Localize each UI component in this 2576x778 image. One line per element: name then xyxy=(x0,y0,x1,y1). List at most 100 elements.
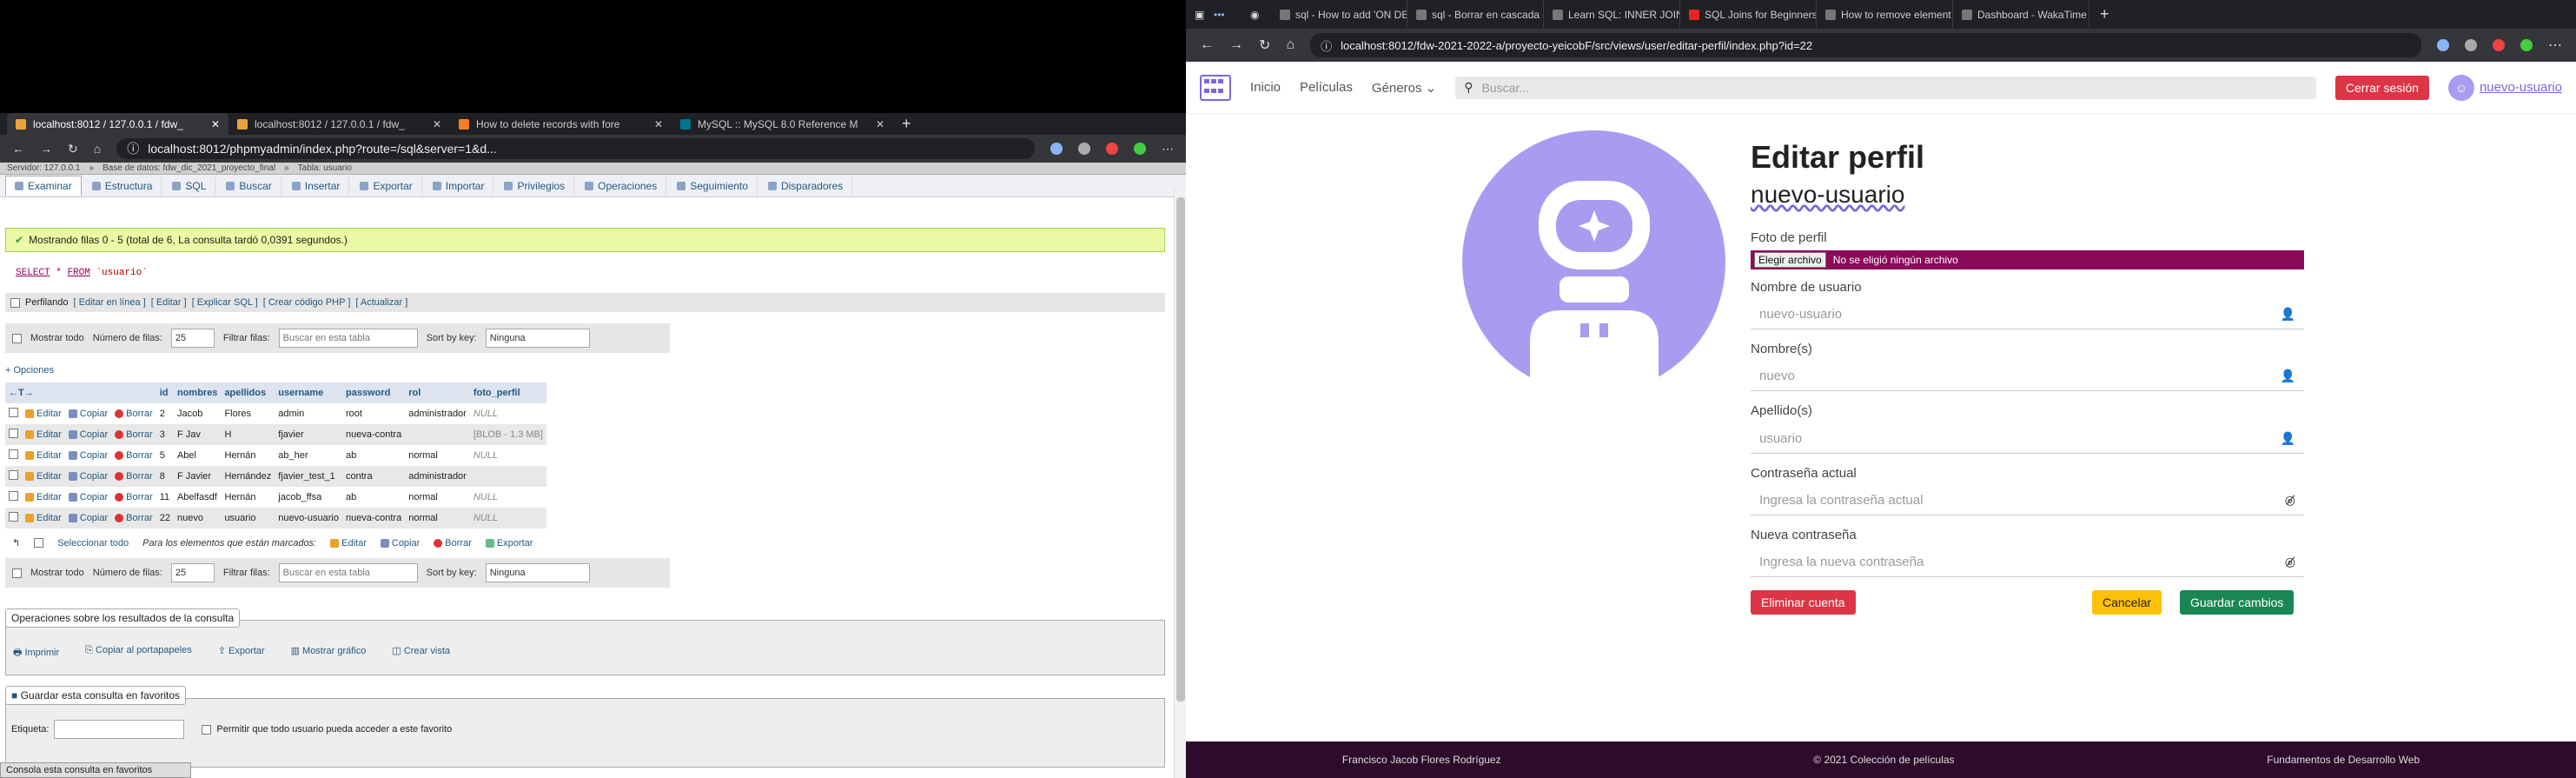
copy-clipboard-button[interactable]: ⎘ Copiar al portapapeles xyxy=(85,645,192,662)
sort-select[interactable]: Ninguna xyxy=(485,329,590,348)
cell-password[interactable]: nueva-contra xyxy=(341,508,406,529)
edit-row-button[interactable]: Editar xyxy=(22,487,65,508)
left-tab-3[interactable]: MySQL :: MySQL 8.0 Reference M ✕ xyxy=(672,113,893,135)
cancel-button[interactable]: Cancelar xyxy=(2092,590,2162,615)
tab-buscar[interactable]: Buscar xyxy=(217,176,281,196)
bulk-edit[interactable]: Editar xyxy=(330,538,367,549)
delete-row-button[interactable]: Borrar xyxy=(111,508,156,529)
explain-link[interactable]: [ Explicar SQL ] xyxy=(192,297,258,308)
cell-nombres[interactable]: F Javier xyxy=(173,466,222,487)
cell-id[interactable]: 22 xyxy=(156,508,174,529)
home-icon[interactable]: ⌂ xyxy=(1286,37,1295,53)
row-checkbox[interactable] xyxy=(5,445,22,466)
table-row[interactable]: Editar Copiar Borrar 22 nuevo usuario nuevo-us… xyxy=(5,508,546,529)
extension-icon[interactable] xyxy=(2520,39,2533,51)
edit-row-button[interactable]: Editar xyxy=(22,424,65,445)
film-logo-icon[interactable] xyxy=(1200,74,1231,101)
bulk-delete[interactable]: Borrar xyxy=(434,538,472,549)
row-checkbox[interactable] xyxy=(5,424,22,445)
show-all-checkbox[interactable] xyxy=(12,568,22,578)
cell-password[interactable]: ab xyxy=(341,487,406,508)
cell-id[interactable]: 3 xyxy=(156,424,174,445)
cell-password[interactable]: nueva-contra xyxy=(341,424,406,445)
php-code-link[interactable]: [ Crear código PHP ] xyxy=(263,297,351,308)
nav-home[interactable]: Inicio xyxy=(1250,80,1281,95)
extension-icon[interactable] xyxy=(1050,143,1063,155)
edit-link[interactable]: [ Editar ] xyxy=(151,297,187,308)
extension-icon[interactable] xyxy=(2493,39,2505,51)
delete-row-button[interactable]: Borrar xyxy=(111,445,156,466)
reload-icon[interactable]: ↻ xyxy=(1259,37,1270,54)
cell-id[interactable]: 11 xyxy=(156,487,174,508)
right-tab-1[interactable]: sql - Borrar en cascada en✕ xyxy=(1409,0,1544,29)
tab-privilegios[interactable]: Privilegios xyxy=(495,176,575,196)
bulk-export[interactable]: Exportar xyxy=(485,538,533,549)
lastname-field[interactable]: usuario 👤 xyxy=(1751,424,2304,454)
filter-input[interactable]: Buscar en esta tabla xyxy=(278,563,418,582)
close-icon[interactable]: ✕ xyxy=(876,118,884,130)
copy-row-button[interactable]: Copiar xyxy=(64,487,112,508)
copy-row-button[interactable]: Copiar xyxy=(64,403,112,424)
tab-importar[interactable]: Importar xyxy=(424,176,494,196)
back-icon[interactable]: ← xyxy=(1200,37,1214,53)
tab-estructura[interactable]: Estructura xyxy=(83,176,162,196)
cell-nombres[interactable]: Jacob xyxy=(173,403,222,424)
name-field[interactable]: nuevo 👤 xyxy=(1751,362,2304,391)
nav-genres[interactable]: Géneros ⌄ xyxy=(1372,80,1436,96)
left-tab-0[interactable]: localhost:8012 / 127.0.0.1 / fdw_ ✕ xyxy=(7,113,228,135)
options-link[interactable]: + Opciones xyxy=(5,365,54,376)
cell-username[interactable]: fjavier_test_1 xyxy=(275,466,342,487)
cell-username[interactable]: admin xyxy=(275,403,342,424)
close-icon[interactable]: ✕ xyxy=(211,118,220,130)
table-row[interactable]: Editar Copiar Borrar 2 Jacob Flores admin root a… xyxy=(5,403,546,424)
cell-rol[interactable]: normal xyxy=(405,487,470,508)
cell-apellidos[interactable]: Hernán xyxy=(221,445,275,466)
row-checkbox[interactable] xyxy=(5,508,22,529)
username-field[interactable]: nuevo-usuario 👤 xyxy=(1751,300,2304,329)
profiling-checkbox[interactable] xyxy=(10,297,20,308)
rows-select[interactable]: 25 xyxy=(170,563,215,582)
right-tab-0[interactable]: sql - How to add 'ON DE✕ xyxy=(1273,0,1407,29)
create-view-button[interactable]: ◫ Crear vista xyxy=(392,645,450,662)
filter-input[interactable]: Buscar en esta tabla xyxy=(278,329,418,348)
back-icon[interactable]: ← xyxy=(12,142,24,156)
extension-icon[interactable] xyxy=(1106,143,1118,155)
print-button[interactable]: 🖶 Imprimir xyxy=(13,645,59,662)
show-all-checkbox[interactable] xyxy=(12,333,22,343)
cell-foto[interactable]: NULL xyxy=(469,403,546,424)
cell-rol[interactable]: normal xyxy=(405,508,470,529)
delete-row-button[interactable]: Borrar xyxy=(111,424,156,445)
file-input[interactable]: Elegir archivo No se eligió ningún archi… xyxy=(1751,250,2304,269)
edit-row-button[interactable]: Editar xyxy=(22,508,65,529)
extension-icon[interactable] xyxy=(1078,143,1090,155)
delete-row-button[interactable]: Borrar xyxy=(111,403,156,424)
logout-button[interactable]: Cerrar sesión xyxy=(2334,75,2429,100)
cell-password[interactable]: ab xyxy=(341,445,406,466)
close-icon[interactable]: ✕ xyxy=(654,118,663,130)
choose-file-button[interactable]: Elegir archivo xyxy=(1754,252,1826,268)
delete-account-button[interactable]: Eliminar cuenta xyxy=(1751,590,1856,615)
export-button[interactable]: ⇪ Exportar xyxy=(218,645,265,662)
chart-button[interactable]: ▥ Mostrar gráfico xyxy=(291,645,367,662)
cell-username[interactable]: ab_her xyxy=(275,445,342,466)
menu-icon[interactable]: ⋯ xyxy=(1162,142,1174,156)
close-icon[interactable]: ✕ xyxy=(433,118,441,130)
cell-username[interactable]: fjavier xyxy=(275,424,342,445)
cell-nombres[interactable]: F Jav xyxy=(173,424,222,445)
tab-disparadores[interactable]: Disparadores xyxy=(759,176,853,196)
tab-examinar[interactable]: Examinar xyxy=(5,176,82,196)
edit-row-button[interactable]: Editar xyxy=(22,445,65,466)
cell-id[interactable]: 5 xyxy=(156,445,174,466)
extension-icon[interactable] xyxy=(1134,143,1146,155)
tab-seguimiento[interactable]: Seguimiento xyxy=(668,176,758,196)
cell-id[interactable]: 2 xyxy=(156,403,174,424)
cell-foto[interactable]: NULL xyxy=(469,487,546,508)
github-icon[interactable]: ◉ xyxy=(1250,9,1271,21)
select-all-checkbox[interactable] xyxy=(34,538,44,548)
cell-apellidos[interactable]: Hernández xyxy=(221,466,275,487)
cell-password[interactable]: root xyxy=(341,403,406,424)
tabs-menu-icon[interactable]: ▣ xyxy=(1195,9,1212,21)
edit-row-button[interactable]: Editar xyxy=(22,466,65,487)
menu-icon[interactable]: ⋯ xyxy=(2548,37,2562,54)
current-password-field[interactable]: Ingresa la contraseña actual ◎̸ xyxy=(1751,486,2304,515)
